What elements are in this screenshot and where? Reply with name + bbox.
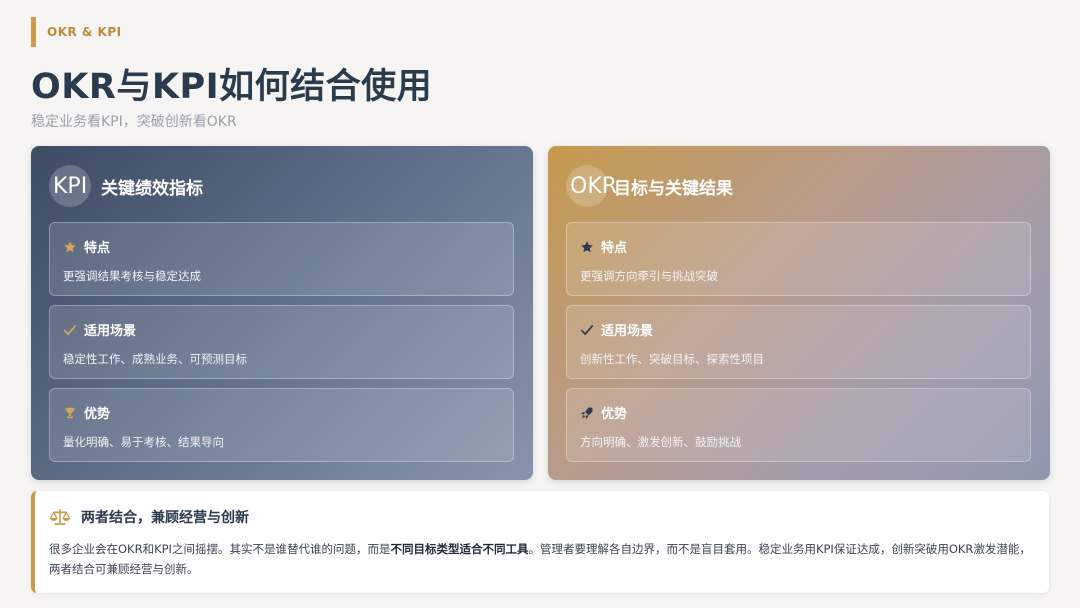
kpi-feature-text: 更强调结果考核与稳定达成 xyxy=(63,269,201,283)
star-icon xyxy=(63,240,77,254)
kpi-scenario-box: 适用场景 稳定性工作、成熟业务、可预测目标 xyxy=(49,305,514,379)
okr-logo: OKR xyxy=(566,165,617,207)
balance-scale-icon xyxy=(49,508,71,526)
summary-title: 两者结合，兼顾经营与创新 xyxy=(81,510,249,526)
kpi-heading: 关键绩效指标 xyxy=(101,178,203,199)
check-icon xyxy=(63,323,77,337)
star-icon xyxy=(580,240,594,254)
page-title: OKR与KPI如何结合使用 xyxy=(31,67,433,107)
summary-body-bold: 不同目标类型适合不同工具 xyxy=(390,542,529,556)
rocket-icon xyxy=(580,406,594,420)
okr-card: OKR 目标与关键结果 特点 更强调方向牵引与挑战突破 适用场景 创新性工作、突… xyxy=(548,146,1050,480)
kpi-advantage-title: 优势 xyxy=(84,407,111,422)
check-icon xyxy=(580,323,594,337)
summary-body-pre: 很多企业会在OKR和KPI之间摇摆。其实不是谁替代谁的问题，而是 xyxy=(49,542,391,556)
kpi-logo: KPI xyxy=(49,165,91,207)
okr-advantage-box: 优势 方向明确、激发创新、鼓励挑战 xyxy=(566,388,1031,462)
okr-advantage-text: 方向明确、激发创新、鼓励挑战 xyxy=(580,435,741,449)
summary-body: 很多企业会在OKR和KPI之间摇摆。其实不是谁替代谁的问题，而是不同目标类型适合… xyxy=(49,539,1033,579)
kpi-feature-box: 特点 更强调结果考核与稳定达成 xyxy=(49,222,514,296)
okr-scenario-box: 适用场景 创新性工作、突破目标、探索性项目 xyxy=(566,305,1031,379)
okr-feature-title: 特点 xyxy=(601,241,628,256)
page-subtitle: 稳定业务看KPI，突破创新看OKR xyxy=(31,114,237,130)
section-tag: OKR & KPI xyxy=(31,17,122,47)
kpi-scenario-text: 稳定性工作、成熟业务、可预测目标 xyxy=(63,352,247,366)
kpi-card: KPI 关键绩效指标 特点 更强调结果考核与稳定达成 适用场景 稳定性工作、成熟… xyxy=(31,146,533,480)
okr-card-header: OKR 目标与关键结果 xyxy=(566,164,733,208)
okr-advantage-title: 优势 xyxy=(601,407,628,422)
kpi-feature-title: 特点 xyxy=(84,241,111,256)
kpi-card-header: KPI 关键绩效指标 xyxy=(49,164,203,208)
okr-scenario-title: 适用场景 xyxy=(601,324,654,339)
kpi-scenario-title: 适用场景 xyxy=(84,324,137,339)
okr-feature-text: 更强调方向牵引与挑战突破 xyxy=(580,269,718,283)
okr-feature-box: 特点 更强调方向牵引与挑战突破 xyxy=(566,222,1031,296)
kpi-advantage-box: 优势 量化明确、易于考核、结果导向 xyxy=(49,388,514,462)
okr-scenario-text: 创新性工作、突破目标、探索性项目 xyxy=(580,352,764,366)
trophy-icon xyxy=(63,406,77,420)
summary-box: 两者结合，兼顾经营与创新 很多企业会在OKR和KPI之间摇摆。其实不是谁替代谁的… xyxy=(31,491,1049,593)
okr-heading: 目标与关键结果 xyxy=(614,178,733,199)
kpi-advantage-text: 量化明确、易于考核、结果导向 xyxy=(63,435,224,449)
